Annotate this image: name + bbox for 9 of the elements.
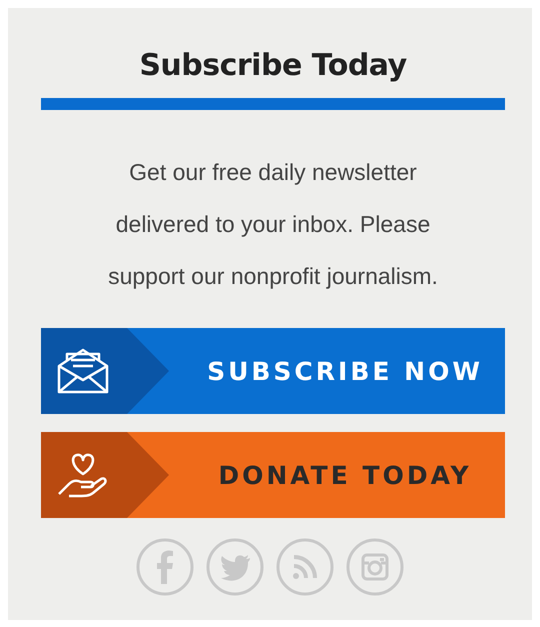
camera-icon[interactable] [346,538,404,596]
twitter-icon[interactable] [206,538,264,596]
rss-icon[interactable] [276,538,334,596]
facebook-icon[interactable] [136,538,194,596]
description: Get our free daily newsletter delivered to your inbox. Please support our nonprofit journalism. [107,158,439,291]
heading: Subscribe Today [138,47,408,85]
donate-button[interactable]: DONATE TODAY [41,432,505,518]
subscribe-button[interactable]: SUBSCRIBE NOW [41,328,505,414]
envelope-icon [55,346,111,396]
